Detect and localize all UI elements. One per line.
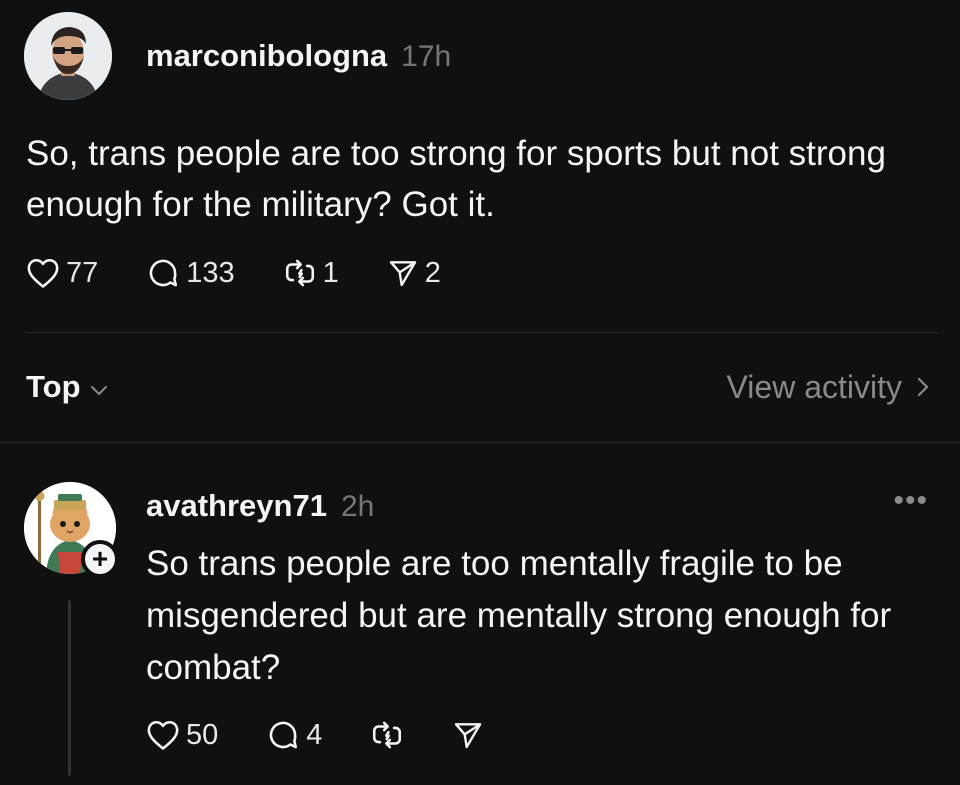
thread-line [68, 600, 71, 776]
reply-actions: 50 4 [146, 718, 532, 752]
repost-icon [370, 718, 404, 752]
post-actions: 77 133 1 2 [26, 256, 489, 290]
like-button[interactable]: 77 [26, 257, 98, 290]
author-username[interactable]: marconibologna [146, 38, 387, 74]
heart-icon [146, 719, 180, 751]
comment-count: 133 [186, 256, 235, 289]
reply-like-button[interactable]: 50 [146, 719, 218, 752]
reply-text: So trans people are too mentally fragile… [146, 544, 892, 687]
reply-post: + avathreyn71 2h ••• So trans people are… [0, 460, 960, 785]
more-options-button[interactable]: ••• [893, 484, 928, 518]
main-post: marconibologna 17h So, trans people are … [0, 0, 960, 330]
follow-button[interactable]: + [81, 540, 119, 578]
sort-label: Top [26, 369, 81, 404]
sort-dropdown[interactable]: Top [26, 369, 109, 405]
send-icon [452, 719, 484, 751]
reply-header: avathreyn71 2h [146, 488, 374, 524]
view-activity-label: View activity [726, 368, 902, 405]
share-button[interactable]: 2 [387, 257, 441, 290]
chevron-right-icon [916, 369, 930, 406]
comment-bubble-icon [266, 718, 300, 752]
post-timestamp: 17h [401, 40, 452, 73]
repost-icon [283, 256, 317, 290]
reply-repost-button[interactable] [370, 718, 404, 752]
divider [0, 442, 960, 443]
share-count: 2 [424, 256, 441, 289]
author-avatar[interactable] [24, 12, 112, 100]
repost-count: 1 [322, 256, 339, 289]
view-activity-link[interactable]: View activity [727, 369, 930, 406]
post-header: marconibologna 17h [146, 38, 451, 74]
divider [26, 332, 938, 333]
repost-button[interactable]: 1 [283, 256, 339, 290]
post-text: So, trans people are too strong for spor… [26, 134, 886, 224]
like-count: 77 [66, 256, 99, 289]
reply-share-button[interactable] [452, 719, 484, 751]
reply-like-count: 50 [186, 718, 219, 751]
comment-bubble-icon [146, 256, 180, 290]
reply-timestamp: 2h [340, 490, 375, 523]
comment-button[interactable]: 133 [146, 256, 235, 290]
heart-icon [26, 257, 60, 289]
sort-row: Top View activity [26, 362, 930, 412]
chevron-down-icon [89, 369, 109, 405]
reply-comment-count: 4 [306, 718, 323, 751]
reply-comment-button[interactable]: 4 [266, 718, 322, 752]
reply-author-username[interactable]: avathreyn71 [146, 488, 327, 524]
send-icon [387, 257, 419, 289]
